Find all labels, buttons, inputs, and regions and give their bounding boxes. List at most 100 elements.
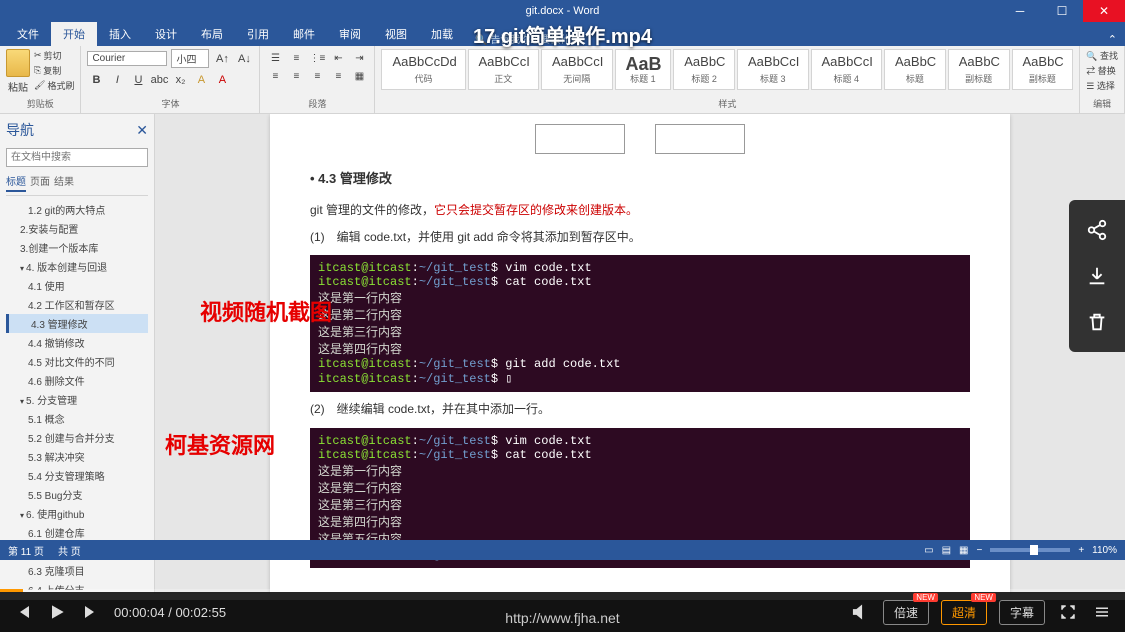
style-item[interactable]: AaBbCcI标题 3 [737,49,809,90]
style-item[interactable]: AaBbC标题 2 [673,49,735,90]
select-button[interactable]: ☰ 选择 [1086,79,1118,92]
volume-icon[interactable] [849,601,871,623]
nav-tree-item[interactable]: 5.3 解决冲突 [6,447,148,466]
zoom-in-icon[interactable]: + [1078,545,1084,556]
nav-tree-item[interactable]: 2.安装与配置 [6,219,148,238]
format-painter-button[interactable]: 🖌 格式刷 [34,79,74,92]
nav-tree-item[interactable]: 4. 版本创建与回退 [6,257,148,276]
multilevel-icon[interactable]: ⋮≡ [308,49,326,67]
download-icon[interactable] [1085,264,1109,288]
nav-tree-item[interactable]: 5.1 概念 [6,409,148,428]
italic-button[interactable]: I [108,71,126,89]
settings-icon[interactable] [1091,601,1113,623]
tab-layout[interactable]: 布局 [189,22,235,46]
nav-tree[interactable]: 1.2 git的两大特点2.安装与配置3.创建一个版本库4. 版本创建与回退4.… [6,200,148,590]
tab-addons[interactable]: 加载 [419,22,465,46]
tab-review[interactable]: 审阅 [327,22,373,46]
style-item[interactable]: AaBbC副标题 [948,49,1010,90]
nav-tree-item[interactable]: 5. 分支管理 [6,390,148,409]
strike-button[interactable]: abc [150,71,168,89]
replace-button[interactable]: ⇄ 替换 [1086,64,1118,77]
clipboard-label: 剪贴板 [6,97,74,110]
font-size-select[interactable]: 小四 [171,49,209,68]
highlight-button[interactable]: A [192,71,210,89]
status-page[interactable]: 第 11 页 [8,543,44,558]
share-icon[interactable] [1085,218,1109,242]
find-button[interactable]: 🔍 查找 [1086,49,1118,62]
indent-inc-icon[interactable]: ⇥ [350,49,368,67]
style-item[interactable]: AaBbC标题 [884,49,946,90]
tab-file[interactable]: 文件 [5,22,51,46]
play-icon[interactable] [46,601,68,623]
style-item[interactable]: AaBbCcI正文 [468,49,540,90]
nav-tree-item[interactable]: 6.3 克隆项目 [6,561,148,580]
tab-references[interactable]: 引用 [235,22,281,46]
close-icon[interactable]: ✕ [1083,0,1125,22]
nav-tree-item[interactable]: 4.5 对比文件的不同 [6,352,148,371]
nav-tree-item[interactable]: 4.4 撤销修改 [6,333,148,352]
cut-button[interactable]: ✂ 剪切 [34,49,74,62]
style-item[interactable]: AaBbCcI标题 4 [811,49,883,90]
align-right-icon[interactable]: ≡ [308,67,326,85]
justify-icon[interactable]: ≡ [329,67,347,85]
style-item[interactable]: AaB标题 1 [615,49,672,90]
fullscreen-icon[interactable] [1057,601,1079,623]
grow-font-icon[interactable]: A↑ [213,50,231,68]
tab-mailings[interactable]: 邮件 [281,22,327,46]
shrink-font-icon[interactable]: A↓ [235,50,253,68]
nav-tab-headings[interactable]: 标题 [6,173,26,192]
subtitle-button[interactable]: 字幕 [999,600,1045,625]
bold-button[interactable]: B [87,71,105,89]
paste-button[interactable]: 粘贴 [6,49,30,94]
speed-button[interactable]: 倍速 NEW [883,600,929,625]
nav-tree-item[interactable]: 5.5 Bug分支 [6,485,148,504]
shading-icon[interactable]: ▦ [350,67,368,85]
view-read-icon[interactable]: ▭ [924,545,933,556]
underline-button[interactable]: U [129,71,147,89]
diagram-boxes [310,124,970,154]
font-name-select[interactable]: Courier [87,51,167,66]
style-item[interactable]: AaBbC副标题 [1012,49,1074,90]
nav-tree-item[interactable]: 5.2 创建与合并分支 [6,428,148,447]
tab-design[interactable]: 设计 [143,22,189,46]
zoom-slider[interactable] [990,548,1070,552]
subscript-button[interactable]: x₂ [171,71,189,89]
maximize-icon[interactable]: ☐ [1041,0,1083,22]
nav-tree-item[interactable]: 6. 使用github [6,504,148,523]
copy-button[interactable]: ⎘ 复制 [34,64,74,77]
nav-tab-pages[interactable]: 页面 [30,173,50,192]
tab-insert[interactable]: 插入 [97,22,143,46]
zoom-value[interactable]: 110% [1092,545,1117,556]
nav-tree-item[interactable]: 5.4 分支管理策略 [6,466,148,485]
numbering-icon[interactable]: ≡ [287,49,305,67]
next-track-icon[interactable] [80,601,102,623]
ribbon-collapse-icon[interactable]: ⌃ [1108,33,1117,46]
tab-view[interactable]: 视图 [373,22,419,46]
bullets-icon[interactable]: ☰ [266,49,284,67]
nav-tree-item[interactable]: 4.2 工作区和暂存区 [6,295,148,314]
prev-track-icon[interactable] [12,601,34,623]
view-print-icon[interactable]: ▤ [942,545,951,556]
view-web-icon[interactable]: ▦ [959,545,968,556]
minimize-icon[interactable]: ─ [999,0,1041,22]
style-item[interactable]: AaBbCcDd代码 [381,49,465,90]
nav-tree-item[interactable]: 1.2 git的两大特点 [6,200,148,219]
nav-tree-item[interactable]: 4.6 删除文件 [6,371,148,390]
zoom-out-icon[interactable]: − [976,545,982,556]
nav-tab-results[interactable]: 结果 [54,173,74,192]
nav-close-icon[interactable]: ✕ [136,122,148,139]
nav-tree-item[interactable]: 4.3 管理修改 [6,314,148,333]
quality-button[interactable]: 超清 NEW [941,600,987,625]
step-1: (1) 编辑 code.txt，并使用 git add 命令将其添加到暂存区中。 [310,228,970,247]
delete-icon[interactable] [1085,310,1109,334]
nav-tree-item[interactable]: 4.1 使用 [6,276,148,295]
align-center-icon[interactable]: ≡ [287,67,305,85]
tab-home[interactable]: 开始 [51,22,97,46]
nav-tree-item[interactable]: 3.创建一个版本库 [6,238,148,257]
nav-search-input[interactable] [6,148,148,167]
style-item[interactable]: AaBbCcI无间隔 [541,49,613,90]
font-color-button[interactable]: A [213,71,231,89]
indent-dec-icon[interactable]: ⇤ [329,49,347,67]
align-left-icon[interactable]: ≡ [266,67,284,85]
document-area[interactable]: • 4.3 管理修改 git 管理的文件的修改，它只会提交暂存区的修改来创建版本… [155,114,1125,594]
